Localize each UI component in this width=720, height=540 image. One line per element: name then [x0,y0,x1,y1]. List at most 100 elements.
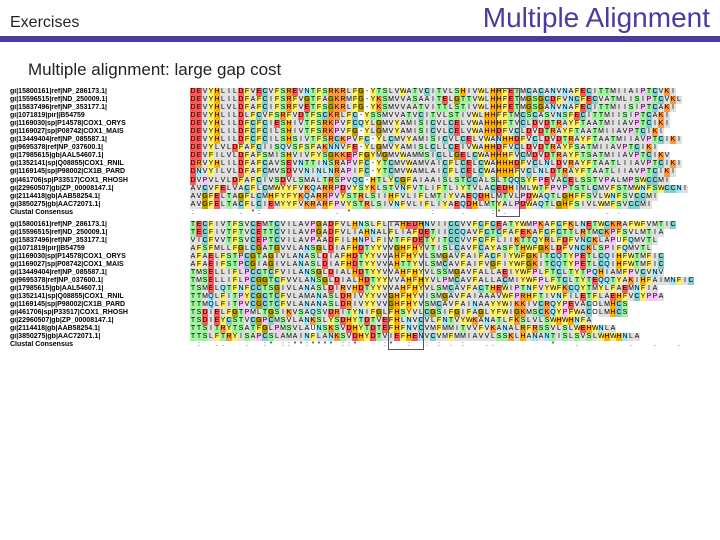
seq-cells: : .. . :* ::**:**** ::* :* : : : . : .. … [190,341,682,349]
msa-row: gi|1071819|pir||B54759DEVYHLILDLFCVFSRFV… [10,112,710,120]
seq-id: gi|15800161|ref|NP_286173.1| [10,221,190,229]
seq-id: gi|1352141|sp|Q08855|COX1_RNIL [10,293,190,301]
msa-row: gi|9695378|ref|NP_037600.1|TMSELLIFLPCGG… [10,277,710,285]
msa-row: gi|461706|sp|P33517|COX1_RHOSHTSDIELFGTP… [10,309,710,317]
seq-cells: DEVYHLILDFCFCILSHSIVTFSRCKPVFC-YLCMVYAMI… [190,136,682,144]
seq-id: Clustal Consensus [10,209,190,217]
seq-id: gi|1169027|sp|P08742|COX1_MAIS [10,261,190,269]
seq-cells: DRVYHLILDFAFCAVSEVNTTINSRAPVFC-YTCMVWAMV… [190,160,682,168]
seq-cells: AFAELFSTPCGTAGIVLANASLDIAFHDTYYVVAHFHYVL… [190,253,664,261]
seq-id: gi|1169145|sp|P98002|CX1B_PARD [10,301,190,309]
msa-row: gi|2114418|gb|AAB58254.1|TTSITRYTSATFGLP… [10,325,710,333]
seq-id: gi|1169030|sp|P14578|COX1_ORYS [10,120,190,128]
seq-id: gi|15837496|ref|NP_353177.1| [10,104,190,112]
seq-id: gi|9695378|ref|NP_037600.1| [10,277,190,285]
seq-cells: DEVYHLVLDFAFCIFSRFVETFSGKRLFG-YKSMVVAATV… [190,104,676,112]
seq-cells: VICFVVTFSVCEPTCVILAVPAADFILHNPLFIVTFFDET… [190,237,658,245]
msa-row: Clustal Consensus: . *: . * : . :*. . . [10,209,710,217]
msa-row: gi|15596515|ref|ND_250009.1|DEVYHLILDFAF… [10,96,710,104]
seq-cells: DEVYHLILDFCFCILSHIVTFSRKPVFG-YLGMVYAMISI… [190,128,664,136]
seq-id: gi|2114418|gb|AAB58254.1| [10,325,190,333]
msa-row: gi|1352141|sp|Q08855|COX1_RNILDRVYHLILDF… [10,160,710,168]
seq-cells: TMSELLIFLPCCTCFVILANSGLDIALHDTYYVVAHFHYV… [190,269,664,277]
seq-cells: TECFIVTFTVCETTCVILAVPGADFVLIAHNALFLIAFDE… [190,229,664,237]
msa-row: gi|1169027|sp|P08742|COX1_MAISDEVYHLILDF… [10,128,710,136]
msa-row: Clustal Consensus : .. . :* ::**:**** ::… [10,341,710,349]
msa-row: gi|15800161|ref|NP_286173.1|DEVYHLILDFVE… [10,88,710,96]
seq-cells: DNVYILVLDFAFCMVSDVVNINLNRAPIFC-YTCMVWAML… [190,168,676,176]
seq-id: Clustal Consensus [10,341,190,349]
seq-id: gi|1169027|sp|P08742|COX1_MAIS [10,128,190,136]
seq-id: gi|13449404|ref|NP_085587.1| [10,136,190,144]
header-bar: Exercises Multiple Alignment [0,0,720,42]
seq-cells: AFAEIFSTPCGIAGIVLANASLDIAFHDTYYVVAHTTYVL… [190,261,664,269]
msa-row: gi|15596515|ref|ND_250009.1|TECFIVTFTVCE… [10,229,710,237]
seq-id: gi|13449404|ref|NP_085587.1| [10,269,190,277]
seq-id: gi|461706|sp|P33517|COX1_RHOSH [10,177,190,185]
seq-cells: AVGFELTAGFLCMHFYFYKQARRPVYSTRLSIIHFVLIFL… [190,193,658,201]
msa-row: gi|1169145|sp|P98002|CX1B_PARDTTMQLFITPV… [10,301,710,309]
msa-row: gi|1169030|sp|P14578|COX1_ORYSDEVYHLILDF… [10,120,710,128]
seq-id: gi|22960507|gb|ZP_00008147.1| [10,317,190,325]
seq-cells: TSDIEYCSTVCGPCMSVLANKSLYSDHYTDTVEFHLNVCV… [190,317,592,325]
seq-cells: TTSLFTRYISAPCSLAMAINFLANKSVDHYDTVIEFHENV… [190,333,640,341]
msa-row: gi|15837496|ref|NP_353177.1|DEVYHLVLDFAF… [10,104,710,112]
msa-row: gi|461706|sp|P33517|COX1_RHOSHDVPVLVLDFA… [10,177,710,185]
seq-cells: TMSELLIFLPCGGTCFVVLANSGLDIALHDTYYVVAHFHY… [190,277,694,285]
alignment-figure: gi|15800161|ref|NP_286173.1|DEVYHLILDFVE… [0,88,720,356]
seq-id: gi|461706|sp|P33517|COX1_RHOSH [10,309,190,317]
seq-id: gi|15596515|ref|ND_250009.1| [10,229,190,237]
seq-id: gi|3850275|gb|AAC72071.1| [10,201,190,209]
seq-cells: AVGFELTACFLCIEMYYFVKRARFPVYSTRLSIVNFVLIF… [190,201,652,209]
msa-row: gi|22960507|gb|ZP_00008147.1|TSDIEYCSTVC… [10,317,710,325]
seq-id: gi|3850275|gb|AAC72071.1| [10,333,190,341]
seq-cells: DEVYLVLDFAFCIISQVSFSFAKNNVFE-YLGMVYAMISL… [190,144,658,152]
msa-row: gi|22960507|gb|ZP_00008147.1|AVCVFELVACF… [10,185,710,193]
msa-row: gi|15837496|ref|NP_353177.1|VICFVVTFSVCE… [10,237,710,245]
seq-cells: : . *: . * : . :*. . . [190,209,670,217]
msa-row: gi|3850275|gb|AAC72071.1|AVGFELTACFLCIEM… [10,201,710,209]
seq-cells: DVPVLVLDFAFCIVSDVLSMALTRSPVQC-HTLYCGFAIA… [190,177,670,185]
seq-id: gi|1352141|sp|Q08855|COX1_RNIL [10,160,190,168]
msa-row: gi|1071819|pir||B54759AFSFMLLFGLCGATGVVL… [10,245,710,253]
seq-id: gi|15596515|ref|ND_250009.1| [10,96,190,104]
msa-row: gi|1169030|sp|P14578|COX1_ORYSAFAELFSTPC… [10,253,710,261]
msa-row: gi|17985615|gb|AAL54607.1|TSMELQTFNFCCTS… [10,285,710,293]
seq-id: gi|2114418|gb|AAB58254.1| [10,193,190,201]
seq-id: gi|17985615|gb|AAL54607.1| [10,285,190,293]
seq-cells: DEVYHLILDFVECVFSREVNTFSRKRLFG-YTSLVWATVC… [190,88,676,96]
msa-row: gi|1352141|sp|Q08855|COX1_RNILTTMQLFITPY… [10,293,710,301]
seq-id: gi|15837496|ref|NP_353177.1| [10,237,190,245]
seq-id: gi|15800161|ref|NP_286173.1| [10,88,190,96]
seq-cells: DEVYHLILDFCFCIESHIVTFSRKPVFCQYLGMVYAMISI… [190,120,670,128]
seq-cells: DEVFILVLDFAFSMISHVIVFYSGKKEPFGYMGMVWAMMS… [190,152,670,160]
seq-cells: AVCVFELVACFLCMWYYFVKQARRPDVYSYKLSTVNFVTL… [190,185,688,193]
seq-cells: TTMQLFITPYCGCTCFVLAMANASLDRIVYYVVGHFHYVI… [190,293,664,301]
msa-row: gi|9695378|ref|NP_037600.1|DEVYLVLDFAFCI… [10,144,710,152]
seq-cells: TSDIELFGTPMLTGSIKVSAQSVDRITYNIFGLFHSYVLC… [190,309,628,317]
seq-id: gi|9695378|ref|NP_037600.1| [10,144,190,152]
header-left: Exercises [10,14,79,32]
msa-row: gi|17985615|gb|AAL54607.1|DEVFILVLDFAFSM… [10,152,710,160]
seq-id: gi|1169145|sp|P98002|CX1B_PARD [10,168,190,176]
msa-row: gi|1169027|sp|P08742|COX1_MAISAFAEIFSTPC… [10,261,710,269]
msa-row: gi|13449404|ref|NP_085587.1|DEVYHLILDFCF… [10,136,710,144]
seq-id: gi|17985615|gb|AAL54607.1| [10,152,190,160]
seq-id: gi|22960507|gb|ZP_00008147.1| [10,185,190,193]
msa-row: gi|15800161|ref|NP_286173.1|TECFIVTFSVCE… [10,221,710,229]
msa-row: gi|3850275|gb|AAC72071.1|TTSLFTRYISAPCSL… [10,333,710,341]
seq-id: gi|1071819|pir||B54759 [10,112,190,120]
seq-cells: TTMQLFITPVCGCTCFVLANANASLDRIVYYVVGHFHYVS… [190,301,628,309]
msa-row: gi|1169145|sp|P98002|CX1B_PARDDNVYILVLDF… [10,168,710,176]
seq-id: gi|1071819|pir||B54759 [10,245,190,253]
seq-cells: TSMELQTFNFCCTSGIVLANASLDIRVHDTYYVVAHFHYV… [190,285,658,293]
seq-cells: DEVYHLILDFAFCIFSRFVGTFAGKRMFG-YKSMVVASAA… [190,96,682,104]
seq-cells: TECFIVTFSVCEMTCVILAVPGADFVLHNSLFLIAHEDHN… [190,221,676,229]
header-right: Multiple Alignment [483,2,710,34]
seq-cells: DEVYHLILDLFCVFSRFVDTFSCKRLFC-YSSMVVATVCI… [190,112,670,120]
seq-cells: AFSFMLLFGLCGATGVVLANSGLDIAFHDTYYVVGHFHYV… [190,245,652,253]
seq-cells: TTSITRYTSATFGLPMSVLAUNSKSVDHYTDTEFHFNVCV… [190,325,616,333]
slide-subtitle: Multiple alignment: large gap cost [0,42,720,88]
msa-row: gi|13449404|ref|NP_085587.1|TMSELLIFLPCC… [10,269,710,277]
seq-id: gi|1169030|sp|P14578|COX1_ORYS [10,253,190,261]
